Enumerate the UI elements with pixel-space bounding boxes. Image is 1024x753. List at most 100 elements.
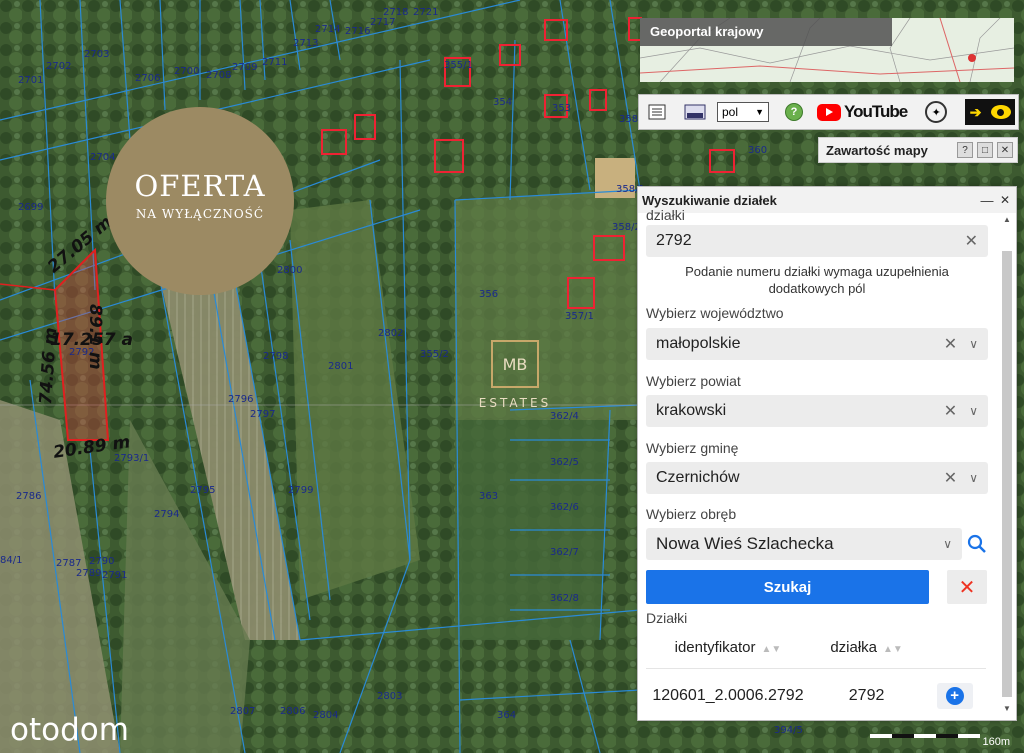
voivodeship-value: małopolskie — [656, 335, 741, 352]
language-select[interactable]: pol ▼ — [717, 102, 769, 122]
chevron-down-icon[interactable]: ∨ — [943, 537, 952, 551]
scale-label: 160m — [982, 736, 1010, 748]
precinct-select[interactable]: Nowa Wieś Szlachecka ∨ — [646, 528, 962, 560]
parcel-label: 355/2 — [420, 349, 449, 360]
eye-icon — [990, 105, 1011, 119]
parcel-area: 17.257 a — [50, 330, 133, 350]
parcel-label: 2800 — [277, 265, 303, 276]
chevron-down-icon[interactable]: ∨ — [969, 471, 978, 485]
table-header-row: identyfikator ▲▼ działka ▲▼ — [646, 626, 986, 669]
parcel-label: 2790 — [89, 556, 115, 567]
close-icon[interactable]: ✕ — [998, 193, 1012, 207]
search-icon[interactable] — [966, 533, 988, 555]
voivodeship-select[interactable]: małopolskie ✕ ∨ — [646, 328, 988, 360]
parcel-label: 2700 — [174, 66, 200, 77]
parcel-label: 2807 — [230, 706, 256, 717]
county-select[interactable]: krakowski ✕ ∨ — [646, 395, 988, 427]
county-label: Wybierz powiat — [646, 373, 741, 389]
parcel-label: 2795 — [190, 485, 216, 496]
scale-bar-graphic — [870, 734, 980, 738]
precinct-row: Nowa Wieś Szlachecka ∨ — [646, 528, 988, 560]
plus-icon: + — [945, 687, 964, 705]
parcel-label: 2801 — [328, 361, 354, 372]
county-value: krakowski — [656, 402, 727, 419]
clear-icon[interactable]: ✕ — [944, 468, 957, 488]
parcel-label: 394/5 — [774, 725, 803, 736]
chevron-down-icon[interactable]: ∨ — [969, 337, 978, 351]
minimize-icon[interactable]: — — [980, 193, 994, 208]
geoportal-title: Geoportal krajowy — [640, 18, 892, 46]
chevron-down-icon[interactable]: ∨ — [969, 404, 978, 418]
geoportal-overview-map[interactable]: Geoportal krajowy — [640, 18, 1014, 82]
parcel-label: 2797 — [250, 409, 276, 420]
youtube-label: YouTube — [844, 102, 908, 121]
contrast-toggle[interactable]: ➔ — [965, 99, 1016, 125]
legend-button[interactable] — [645, 101, 669, 123]
parcel-label: 355/1 — [444, 60, 473, 71]
clear-button[interactable]: ✕ — [947, 570, 987, 604]
parcel-label: 354 — [493, 97, 513, 108]
panel-scrollbar[interactable]: ▲ ▼ — [1001, 215, 1012, 713]
commune-label: Wybierz gminę — [646, 440, 739, 456]
parcel-label: 360 — [748, 145, 768, 156]
parcel-label: 2706 — [135, 73, 161, 84]
youtube-link[interactable]: YouTube — [817, 102, 908, 122]
sort-icon[interactable]: ▲▼ — [883, 644, 903, 655]
parcel-label: 362/5 — [550, 457, 579, 468]
offer-title: OFERTA — [134, 169, 266, 203]
parcel-label: 2791 — [102, 570, 128, 581]
commune-select[interactable]: Czernichów ✕ ∨ — [646, 462, 988, 494]
parcel-number-input[interactable]: 2792 ✕ — [646, 225, 988, 257]
commune-value: Czernichów — [656, 469, 740, 486]
scroll-down-icon[interactable]: ▼ — [1003, 704, 1011, 713]
scroll-up-icon[interactable]: ▲ — [1003, 215, 1011, 224]
parcel-label: 362/7 — [550, 547, 579, 558]
parcel-label: 2713 — [293, 38, 319, 49]
wms-button[interactable] — [683, 101, 707, 123]
parcel-label: 2802 — [378, 328, 404, 339]
parcel-label: 2717 — [370, 17, 396, 28]
parcel-label: 2786 — [16, 491, 42, 502]
parcel-label: 2701 — [18, 75, 44, 86]
clear-icon[interactable]: ✕ — [944, 334, 957, 354]
parcel-label: 364 — [497, 710, 517, 721]
scrollbar-thumb[interactable] — [1002, 251, 1012, 697]
list-icon — [648, 104, 666, 120]
parcel-label: 2721 — [413, 7, 439, 18]
voivodeship-label: Wybierz województwo — [646, 305, 784, 321]
parcel-label: 2796 — [228, 394, 254, 405]
result-parcel: 2792 — [809, 668, 924, 723]
parcel-label: 2793/1 — [114, 453, 150, 464]
table-row[interactable]: 120601_2.0006.2792 2792 + — [646, 668, 986, 723]
parcel-label: 2709 — [232, 62, 258, 73]
parcel-label: 2711 — [262, 57, 288, 68]
parcel-label: 356 — [479, 289, 499, 300]
column-label: identyfikator — [674, 638, 756, 656]
precinct-value: Nowa Wieś Szlachecka — [656, 534, 834, 553]
column-header-parcel[interactable]: działka ▲▼ — [810, 626, 923, 669]
accessibility-icon[interactable]: ✦ — [925, 101, 948, 123]
search-button[interactable]: Szukaj — [646, 570, 929, 604]
add-button[interactable]: + — [936, 683, 973, 709]
parcel-search-panel: Wyszukiwanie działek — ✕ ▲ ▼ działki 279… — [637, 186, 1017, 723]
help-button[interactable]: ? — [785, 103, 803, 121]
clear-icon[interactable]: ✕ — [965, 231, 978, 251]
parcel-label: 2804 — [313, 710, 339, 721]
add-result-cell: + — [923, 668, 986, 723]
maximize-icon[interactable]: □ — [977, 142, 993, 158]
parcel-label: 84/1 — [0, 555, 23, 566]
parcel-label: 362/6 — [550, 502, 579, 513]
parcel-label: 2803 — [377, 691, 403, 702]
parcel-label: 2704 — [90, 152, 116, 163]
column-header-identifier[interactable]: identyfikator ▲▼ — [646, 626, 810, 669]
precinct-label: Wybierz obręb — [646, 506, 737, 522]
otodom-watermark: otodom — [10, 712, 129, 748]
help-icon[interactable]: ? — [957, 142, 973, 158]
scale-bar: 160m — [870, 726, 1010, 748]
close-icon[interactable]: ✕ — [997, 142, 1013, 158]
panel-content: działki 2792 ✕ Podanie numeru działki wy… — [646, 207, 988, 723]
sort-icon[interactable]: ▲▼ — [762, 644, 782, 655]
parcel-label: 362/8 — [550, 593, 579, 604]
map-content-panel-header[interactable]: Zawartość mapy ? □ ✕ — [818, 137, 1018, 163]
clear-icon[interactable]: ✕ — [944, 401, 957, 421]
